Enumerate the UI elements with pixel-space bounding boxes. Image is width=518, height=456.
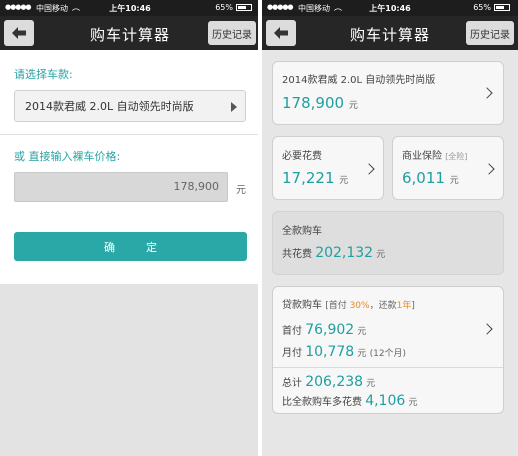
chevron-right-icon (481, 87, 493, 99)
insurance-label-text: 商业保险 (402, 151, 442, 162)
monthly-payment-row: 月付 10,778 元 (12个月) (282, 343, 406, 363)
insurance-cost: 6,011 元 (402, 169, 459, 187)
status-bar: ●●●●● 中国移动 ︵ 上午10:46 65% (262, 0, 518, 16)
battery-icon (494, 4, 510, 11)
status-bar: ●●●●● 中国移动 ︵ 上午10:46 65% (0, 0, 260, 16)
left-screen: ●●●●● 中国移动 ︵ 上午10:46 65% 购车计算器 历史记录 请选择车… (0, 0, 260, 456)
loan-card[interactable]: 贷款购车 [首付 30%，还款1年] 首付 76,902 元 月付 10,778… (272, 286, 504, 414)
loan-years: 1年 (396, 301, 412, 311)
total-cost-value: 202,132 (315, 245, 374, 261)
full-payment-card: 全款购车 共花费 202,132 元 (272, 211, 504, 275)
triangle-right-icon (231, 102, 237, 112)
total-cost-unit: 元 (376, 250, 386, 260)
input-price-label: 或 直接输入裸车价格: (14, 150, 121, 163)
choose-model-label: 请选择车款: (14, 68, 73, 81)
loan-sum-row: 总计 206,238 元 (282, 373, 375, 393)
loan-sum-unit: 元 (366, 379, 376, 389)
insurance-unit: 元 (449, 176, 459, 186)
loan-extra-value: 4,106 (365, 393, 406, 409)
history-button[interactable]: 历史记录 (208, 21, 256, 45)
total-cost-label: 共花费 (282, 249, 312, 260)
down-payment-unit: 元 (357, 327, 367, 337)
loan-bracket-open: [首付 (325, 301, 350, 311)
selected-model-text: 2014款君威 2.0L 自动领先时尚版 (25, 100, 194, 113)
model-card[interactable]: 2014款君威 2.0L 自动领先时尚版 178,900 元 (272, 61, 504, 125)
nav-bar: 购车计算器 历史记录 (262, 16, 518, 50)
confirm-button[interactable]: 确 定 (14, 232, 247, 261)
price-unit: 元 (236, 185, 246, 196)
battery-percent: 65% (473, 3, 491, 12)
loan-bracket-close: ] (411, 301, 415, 311)
chevron-right-icon (481, 323, 493, 335)
necessary-cost-value: 17,221 (282, 169, 335, 187)
loan-label: 贷款购车 (282, 300, 322, 311)
model-select[interactable]: 2014款君威 2.0L 自动领先时尚版 (14, 90, 246, 122)
loan-divider (273, 367, 503, 368)
loan-sum-value: 206,238 (305, 374, 364, 390)
necessary-cost: 17,221 元 (282, 169, 348, 187)
price-input[interactable]: 178,900 (14, 172, 228, 202)
monthly-payment-label: 月付 (282, 348, 302, 359)
loan-term-label: ，还款 (369, 301, 397, 311)
necessary-cost-card[interactable]: 必要花费 17,221 元 (272, 136, 384, 200)
insurance-value: 6,011 (402, 169, 445, 187)
loan-header: 贷款购车 [首付 30%，还款1年] (282, 296, 415, 311)
model-name: 2014款君威 2.0L 自动领先时尚版 (282, 75, 436, 86)
loan-extra-row: 比全款购车多花费 4,106 元 (282, 392, 417, 412)
loan-extra-unit: 元 (408, 398, 418, 408)
monthly-payment-note: (12个月) (369, 349, 407, 359)
nav-bar: 购车计算器 历史记录 (0, 16, 260, 50)
monthly-payment-unit: 元 (357, 349, 367, 359)
battery-icon (236, 4, 252, 11)
loan-sum-label: 总计 (282, 378, 302, 389)
full-payment-label: 全款购车 (282, 226, 322, 237)
monthly-payment-value: 10,778 (305, 344, 355, 360)
insurance-label: 商业保险 [全险] (402, 147, 467, 162)
down-payment-ratio: 30% (349, 301, 370, 311)
necessary-cost-label: 必要花费 (282, 151, 322, 162)
battery-indicator: 65% (215, 3, 252, 12)
insurance-tag: [全险] (445, 152, 468, 161)
down-payment-row: 首付 76,902 元 (282, 321, 366, 341)
down-payment-value: 76,902 (305, 322, 355, 338)
empty-area (0, 284, 260, 456)
history-button[interactable]: 历史记录 (466, 21, 514, 45)
model-price-value: 178,900 (282, 94, 345, 112)
insurance-card[interactable]: 商业保险 [全险] 6,011 元 (392, 136, 504, 200)
battery-indicator: 65% (473, 3, 510, 12)
model-price: 178,900 元 (282, 94, 358, 112)
price-unit: 元 (348, 101, 358, 111)
loan-extra-label: 比全款购车多花费 (282, 397, 362, 408)
down-payment-label: 首付 (282, 326, 302, 337)
full-payment-total: 共花费 202,132 元 (282, 244, 385, 264)
chevron-right-icon (363, 163, 375, 175)
necessary-cost-unit: 元 (339, 176, 349, 186)
battery-percent: 65% (215, 3, 233, 12)
chevron-right-icon (483, 163, 495, 175)
divider (0, 134, 260, 135)
right-screen: ●●●●● 中国移动 ︵ 上午10:46 65% 购车计算器 历史记录 2014… (262, 0, 518, 456)
